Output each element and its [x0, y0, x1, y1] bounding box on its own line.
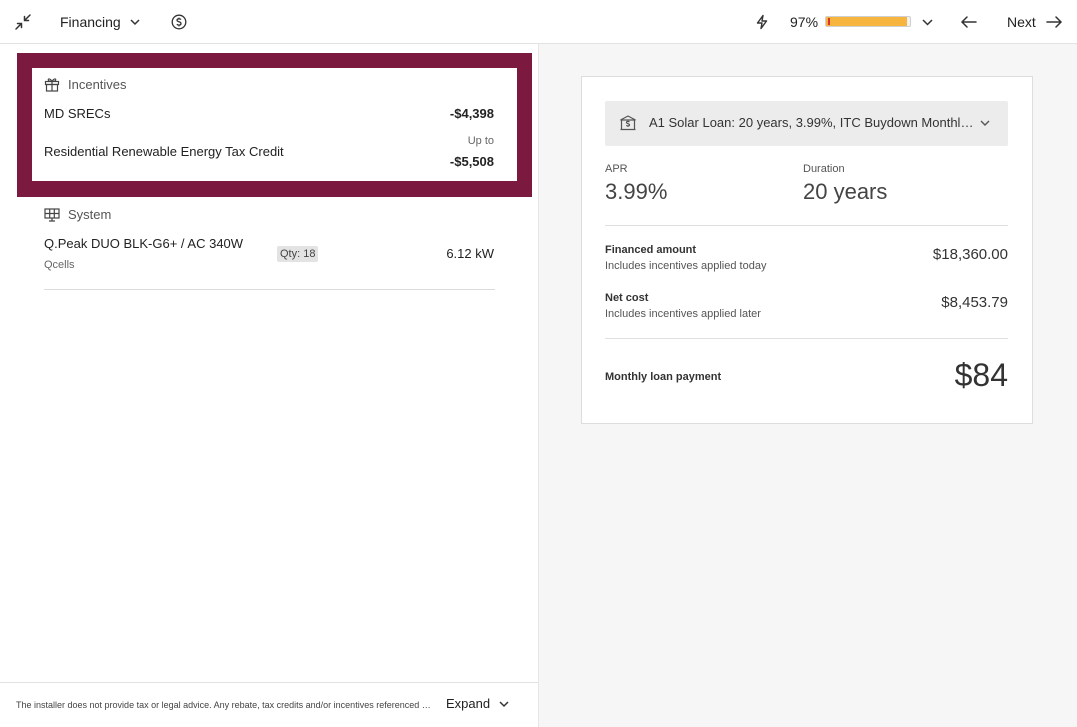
- energy-offset-percent: 97%: [790, 14, 819, 30]
- incentive-value: -$4,398: [449, 106, 494, 121]
- financed-amount-label: Financed amount: [605, 244, 697, 256]
- incentives-title: Incentives: [68, 77, 127, 92]
- net-cost-label: Net cost: [605, 292, 649, 304]
- incentives-header: Incentives: [44, 77, 127, 92]
- divider: [605, 338, 1008, 339]
- monthly-payment-label: Monthly loan payment: [605, 371, 722, 383]
- incentive-prefix: Up to: [467, 135, 494, 147]
- incentives-card: Incentives MD SRECs -$4,398 Residential …: [32, 68, 517, 181]
- divider: [605, 225, 1008, 226]
- incentive-label: MD SRECs: [44, 106, 111, 121]
- incentive-label: Residential Renewable Energy Tax Credit: [44, 144, 284, 159]
- energy-offset-marker: [828, 18, 830, 25]
- bank-icon: [619, 114, 637, 132]
- next-button[interactable]: Next: [1007, 14, 1063, 30]
- top-bar: Financing 97% Next: [0, 0, 1077, 44]
- system-brand: Qcells: [44, 259, 75, 271]
- financing-panel: A1 Solar Loan: 20 years, 3.99%, ITC Buyd…: [539, 44, 1077, 727]
- chevron-down-icon: [129, 16, 141, 28]
- disclaimer-footer: The installer does not provide tax or le…: [0, 682, 538, 727]
- net-cost-note: Includes incentives applied later: [605, 308, 761, 320]
- loan-product-select[interactable]: A1 Solar Loan: 20 years, 3.99%, ITC Buyd…: [605, 101, 1008, 146]
- chevron-down-icon: [979, 117, 991, 129]
- apr-label: APR: [605, 163, 628, 175]
- net-cost-value: $8,453.79: [941, 294, 1008, 311]
- monthly-payment-value: $84: [954, 357, 1008, 393]
- chevron-down-icon[interactable]: [921, 16, 934, 28]
- summary-panel: Incentives MD SRECs -$4,398 Residential …: [0, 44, 539, 727]
- expand-button[interactable]: Expand: [446, 696, 510, 711]
- incentive-value: -$5,508: [449, 154, 494, 169]
- system-header: System: [44, 207, 111, 222]
- collapse-arrows-icon[interactable]: [14, 13, 32, 31]
- incentives-highlight: Incentives MD SRECs -$4,398 Residential …: [17, 53, 532, 197]
- duration-value: 20 years: [803, 179, 888, 204]
- financed-amount-note: Includes incentives applied today: [605, 260, 767, 272]
- section-label: Financing: [60, 14, 121, 30]
- system-qty-badge: Qty: 18: [277, 246, 319, 262]
- chevron-down-icon: [498, 698, 510, 710]
- arrow-left-icon[interactable]: [960, 14, 978, 30]
- duration-label: Duration: [803, 163, 845, 175]
- loan-card: A1 Solar Loan: 20 years, 3.99%, ITC Buyd…: [581, 76, 1033, 424]
- apr-value: 3.99%: [605, 179, 668, 204]
- gift-icon: [44, 77, 60, 92]
- lightning-bolt-icon: [754, 14, 770, 30]
- section-dropdown[interactable]: Financing: [60, 14, 141, 30]
- system-size: 6.12 kW: [446, 246, 494, 261]
- loan-product-value: A1 Solar Loan: 20 years, 3.99%, ITC Buyd…: [649, 115, 974, 130]
- arrow-right-icon: [1045, 14, 1063, 30]
- next-label: Next: [1007, 14, 1036, 30]
- energy-offset-bar-fill: [826, 17, 908, 26]
- solar-panel-icon: [44, 207, 60, 222]
- divider: [44, 289, 495, 290]
- financed-amount-value: $18,360.00: [932, 246, 1008, 263]
- expand-label: Expand: [446, 696, 491, 711]
- system-title: System: [68, 207, 112, 222]
- disclaimer-text: The installer does not provide tax or le…: [16, 700, 432, 710]
- system-product: Q.Peak DUO BLK-G6+ / AC 340W: [44, 236, 244, 251]
- dollar-circle-icon[interactable]: [171, 14, 187, 30]
- energy-offset-bar: [825, 16, 911, 27]
